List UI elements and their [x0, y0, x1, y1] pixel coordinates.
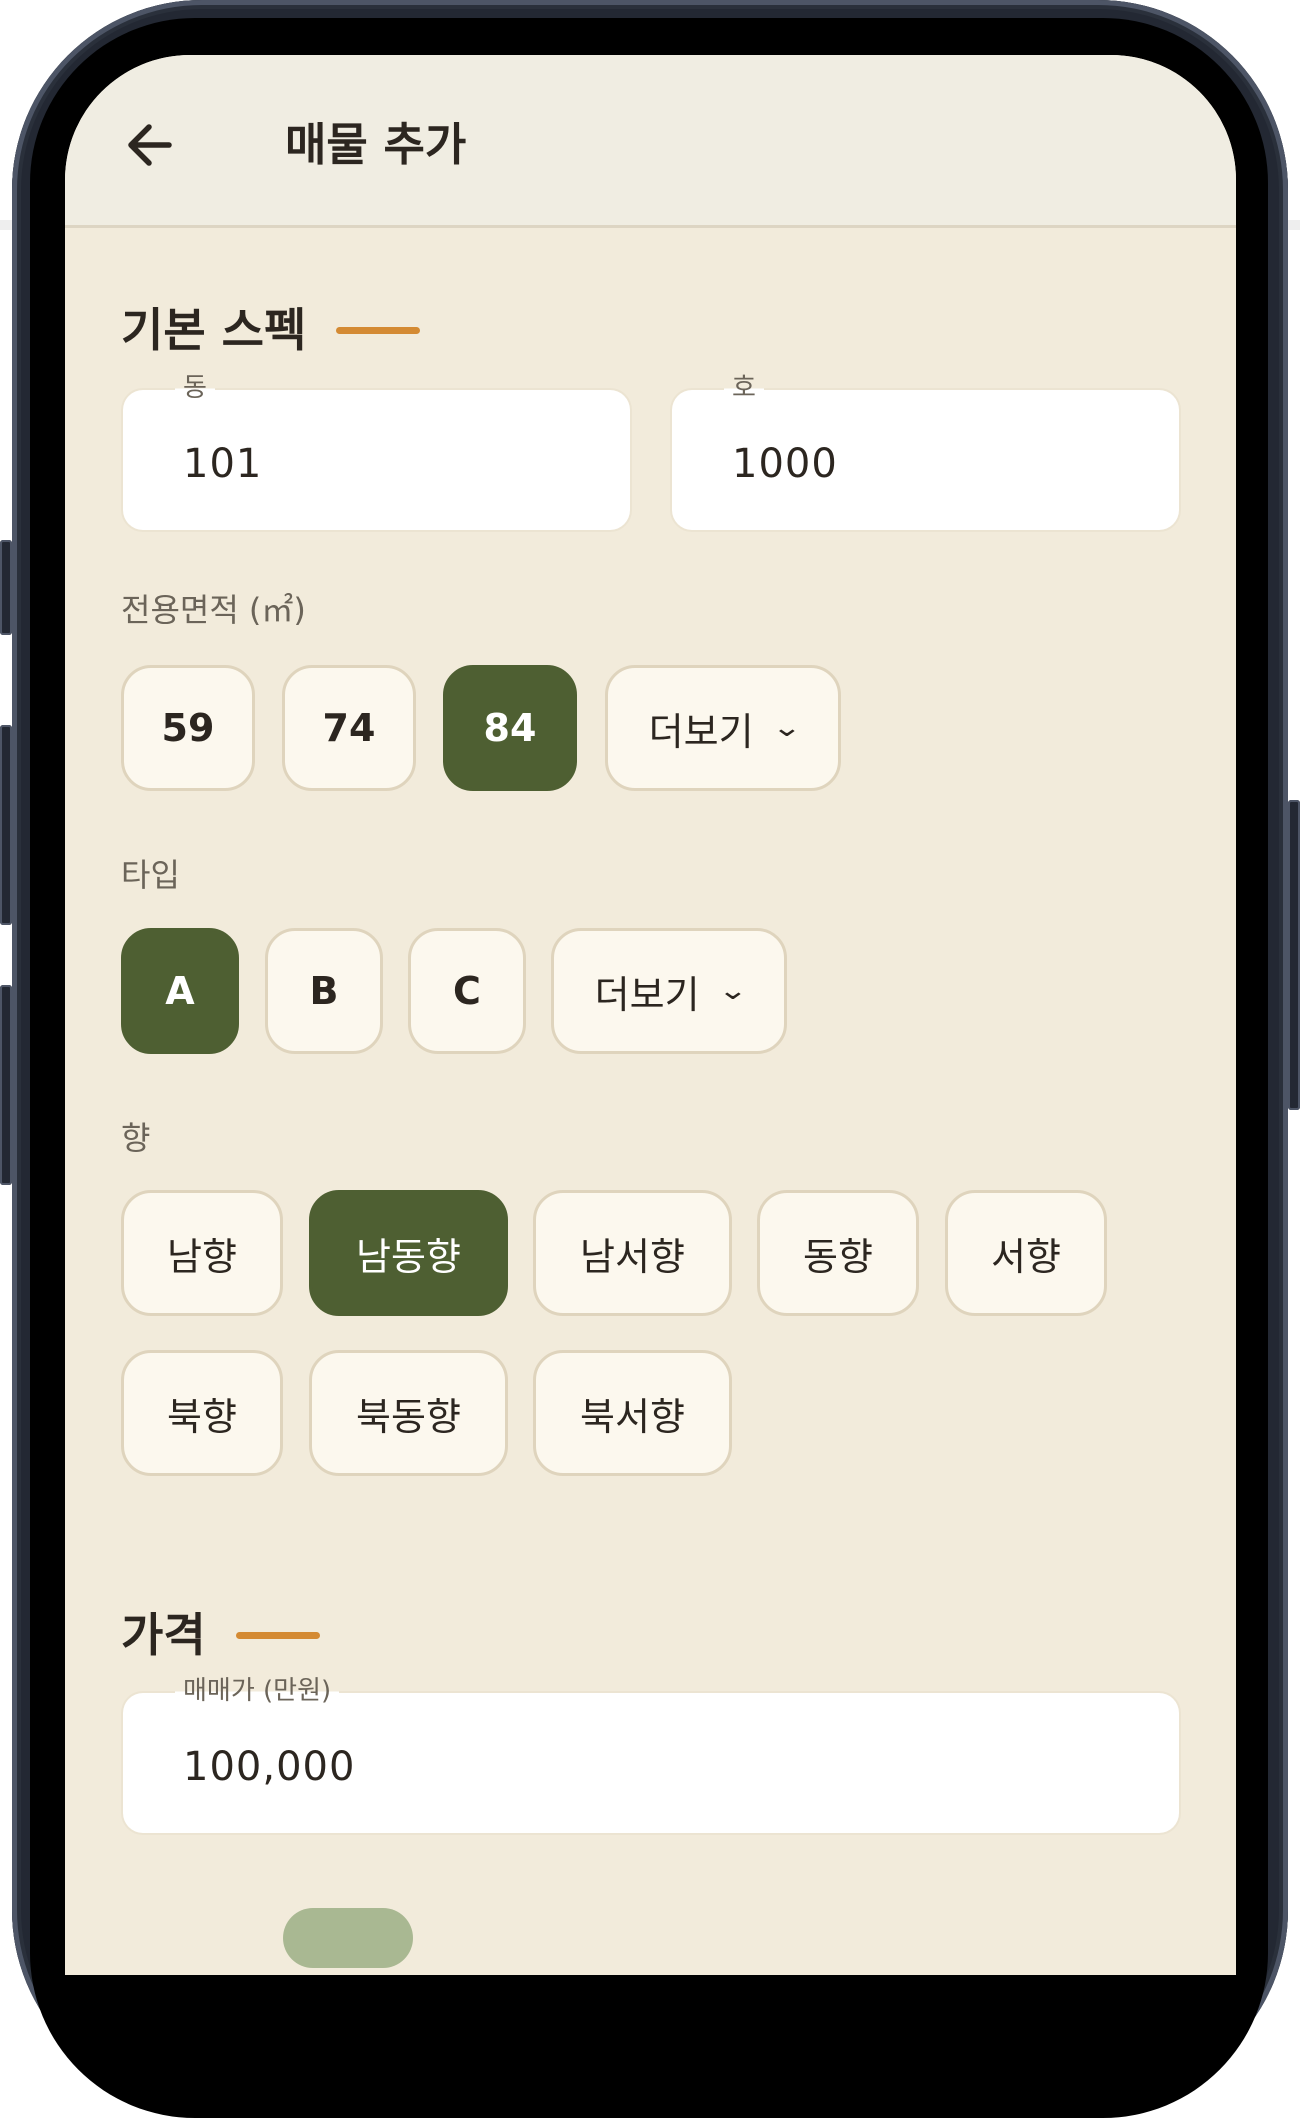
page-title: 매물 추가 — [285, 118, 467, 171]
area-more-button[interactable]: 더보기 ⌄ — [605, 665, 841, 791]
chip-label: 남향 — [167, 1234, 237, 1279]
chip-label: 더보기 — [648, 709, 754, 754]
phone-side-button — [0, 985, 12, 1185]
area-chip-59[interactable]: 59 — [121, 665, 255, 791]
phone-side-button — [0, 540, 12, 635]
type-more-button[interactable]: 더보기 ⌄ — [551, 928, 787, 1054]
section-accent-bar — [235, 1631, 320, 1639]
chip-label: 동향 — [803, 1234, 873, 1279]
chip-label: 남동향 — [356, 1234, 461, 1279]
sale-price-field-value[interactable]: 100,000 — [183, 1743, 355, 1791]
direction-label: 향 — [121, 1119, 151, 1157]
direction-chip-southwest[interactable]: 남서향 — [533, 1190, 732, 1316]
chip-label: B — [309, 969, 339, 1013]
phone-side-button — [1288, 800, 1300, 1110]
dong-field-value[interactable]: 101 — [183, 440, 262, 488]
type-label: 타입 — [121, 856, 180, 894]
chip-label: 북향 — [167, 1394, 237, 1439]
chip-label: C — [453, 969, 481, 1013]
chip-label: A — [165, 969, 195, 1013]
chevron-down-icon: ⌄ — [717, 976, 748, 1006]
chip-label: 59 — [161, 706, 215, 750]
direction-chip-northwest[interactable]: 북서향 — [533, 1350, 732, 1476]
chip-label: 남서향 — [580, 1234, 685, 1279]
dong-field[interactable]: 동 101 — [123, 373, 630, 530]
chip-label: 더보기 — [594, 972, 700, 1017]
chip-label: 북동향 — [356, 1394, 461, 1439]
arrow-left-icon[interactable] — [121, 115, 181, 175]
direction-chip-north[interactable]: 북향 — [121, 1350, 283, 1476]
section-accent-bar — [336, 326, 421, 334]
direction-chip-south[interactable]: 남향 — [121, 1190, 283, 1316]
direction-chip-southeast[interactable]: 남동향 — [309, 1190, 508, 1316]
type-chip-b[interactable]: B — [265, 928, 383, 1054]
ho-field[interactable]: 호 1000 — [672, 373, 1179, 530]
section-title-price: 가격 — [121, 1605, 320, 1665]
sale-price-field[interactable]: 매매가 (만원) 100,000 — [123, 1676, 1179, 1833]
app-screen: 매물 추가 기본 스펙 동 101 호 1000 전용면적 (㎡) 59 74 … — [65, 55, 1236, 1975]
area-label: 전용면적 (㎡) — [121, 591, 306, 629]
ho-field-value[interactable]: 1000 — [732, 440, 838, 488]
section-title-text: 가격 — [121, 1608, 206, 1662]
area-chip-74[interactable]: 74 — [282, 665, 416, 791]
app-bar: 매물 추가 — [65, 55, 1236, 228]
dong-field-label: 동 — [175, 373, 215, 403]
section-title-basic-spec: 기본 스펙 — [121, 300, 421, 360]
type-chip-a[interactable]: A — [121, 928, 239, 1054]
phone-side-button — [0, 725, 12, 925]
chip-label: 74 — [322, 706, 376, 750]
chip-label: 84 — [483, 706, 537, 750]
area-chip-84[interactable]: 84 — [443, 665, 577, 791]
sale-price-field-label: 매매가 (만원) — [175, 1676, 340, 1706]
arrow-left-icon-graphic — [128, 124, 172, 166]
chip-label: 서향 — [991, 1234, 1061, 1279]
type-chip-c[interactable]: C — [408, 928, 526, 1054]
direction-chip-east[interactable]: 동향 — [757, 1190, 919, 1316]
direction-chip-west[interactable]: 서향 — [945, 1190, 1107, 1316]
chip-label: 북서향 — [580, 1394, 685, 1439]
ho-field-label: 호 — [724, 373, 764, 403]
partially-visible-chip[interactable] — [283, 1908, 413, 1968]
section-title-text: 기본 스펙 — [121, 303, 307, 357]
chevron-down-icon: ⌄ — [771, 713, 802, 743]
direction-chip-northeast[interactable]: 북동향 — [309, 1350, 508, 1476]
